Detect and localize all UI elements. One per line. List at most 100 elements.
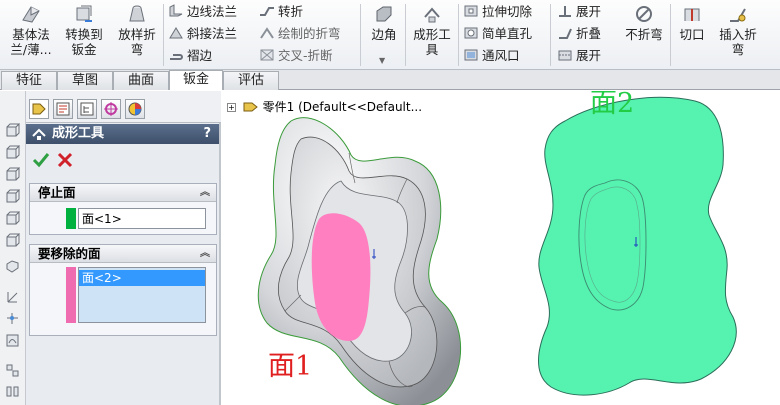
faces-to-remove-item[interactable]: 面<2> bbox=[79, 270, 205, 286]
feature-manager-icon bbox=[32, 103, 46, 115]
convert-to-sheetmetal-label: 转换到 钣金 bbox=[65, 27, 103, 57]
simple-hole-button[interactable]: 简单直孔 bbox=[463, 25, 532, 43]
shell-icon[interactable] bbox=[5, 259, 20, 274]
stop-face-group: 停止面 ︽ 面<1> bbox=[29, 183, 217, 235]
cancel-x-icon[interactable] bbox=[56, 151, 74, 169]
face-1-label: 面1 bbox=[268, 351, 312, 382]
command-manager-tabs: 特征 草图 曲面 钣金 评估 bbox=[0, 70, 780, 90]
reference-geometry-icon[interactable] bbox=[5, 311, 20, 326]
sketched-bend-button[interactable]: 绘制的折弯 bbox=[259, 25, 341, 43]
corner-dropdown-arrow[interactable]: ▼ bbox=[379, 56, 385, 65]
mirror-icon[interactable] bbox=[5, 384, 20, 399]
manager-tabs bbox=[26, 91, 221, 123]
no-bends-button[interactable]: 不折弯 bbox=[621, 3, 667, 42]
property-manager-title: 成形工具 bbox=[52, 126, 105, 141]
cross-break-button[interactable]: 交叉-折断 bbox=[259, 47, 333, 65]
cross-break-label: 交叉-折断 bbox=[278, 48, 333, 63]
vent-button[interactable]: 通风口 bbox=[463, 47, 520, 65]
tab-configuration-manager[interactable] bbox=[77, 99, 97, 119]
rip-button[interactable]: 切口 bbox=[674, 3, 710, 42]
hem-button[interactable]: 褶边 bbox=[168, 47, 212, 65]
unfold-button[interactable]: 展开 bbox=[557, 3, 601, 21]
flatten-button[interactable]: 展开 bbox=[557, 47, 601, 65]
lofted-bend-label: 放样折 弯 bbox=[118, 27, 156, 57]
stop-face-selection-box[interactable]: 面<1> bbox=[78, 208, 206, 229]
jog-icon bbox=[260, 7, 274, 16]
stop-face-item[interactable]: 面<1> bbox=[79, 211, 205, 227]
model-viewport: 面1 面2 bbox=[257, 91, 737, 405]
edge-flange-icon bbox=[169, 4, 183, 17]
forming-tool-icon bbox=[32, 128, 46, 140]
edge-flange-button[interactable]: 边线法兰 bbox=[168, 3, 237, 21]
extrude-icon[interactable] bbox=[5, 123, 20, 138]
stop-face-group-header[interactable]: 停止面 ︽ bbox=[30, 184, 216, 202]
tab-evaluate[interactable]: 评估 bbox=[223, 71, 279, 90]
miter-flange-label: 斜接法兰 bbox=[187, 26, 238, 41]
stop-face-color-swatch bbox=[66, 208, 76, 229]
no-bends-icon bbox=[636, 6, 652, 22]
tab-dimxpert-manager[interactable] bbox=[101, 99, 121, 119]
convert-to-sheetmetal-icon bbox=[76, 5, 92, 22]
corner-button[interactable]: 边角 bbox=[365, 3, 403, 42]
insert-bends-button[interactable]: 插入折 弯 bbox=[714, 3, 762, 57]
collapse-chevron-icon[interactable]: ︽ bbox=[200, 184, 210, 202]
hem-label: 褶边 bbox=[187, 48, 213, 63]
extruded-cut-label: 拉伸切除 bbox=[482, 4, 533, 19]
ribbon-separator bbox=[550, 4, 551, 66]
base-flange-icon bbox=[22, 6, 40, 23]
forming-tool-label: 成形工 具 bbox=[413, 27, 451, 57]
extruded-cut-button[interactable]: 拉伸切除 bbox=[463, 3, 532, 21]
curves-icon[interactable] bbox=[5, 333, 20, 348]
tab-sketch[interactable]: 草图 bbox=[57, 71, 113, 90]
ok-check-icon[interactable] bbox=[32, 151, 50, 169]
graphics-area[interactable]: + 零件1 (Default<<Default... 面1 面2 bbox=[223, 91, 780, 405]
fold-button[interactable]: 折叠 bbox=[557, 25, 601, 43]
vent-icon bbox=[464, 49, 478, 61]
faces-to-remove-group: 要移除的面 ︽ 面<2> bbox=[29, 244, 217, 336]
faces-to-remove-title: 要移除的面 bbox=[38, 246, 101, 261]
collapse-chevron-icon[interactable]: ︽ bbox=[200, 245, 210, 263]
forming-tool-button[interactable]: 成形工 具 bbox=[409, 3, 455, 57]
rib-icon[interactable] bbox=[5, 289, 20, 304]
jog-button[interactable]: 转折 bbox=[259, 3, 303, 21]
rip-icon bbox=[684, 8, 700, 21]
edge-flange-label: 边线法兰 bbox=[187, 4, 238, 19]
corner-label: 边角 bbox=[371, 27, 397, 42]
property-manager-panel: 成形工具 ? 停止面 ︽ 面<1> 要移除的面 ︽ 面<2> bbox=[26, 91, 221, 405]
faces-to-remove-group-header[interactable]: 要移除的面 ︽ bbox=[30, 245, 216, 263]
pattern-icon[interactable] bbox=[5, 363, 20, 378]
help-button[interactable]: ? bbox=[203, 124, 211, 144]
tab-sheet-metal[interactable]: 钣金 bbox=[169, 70, 223, 90]
face-2-green[interactable] bbox=[538, 96, 737, 396]
command-manager-ribbon: 基体法 兰/薄... 转换到 钣金 放样折 弯 边线法兰 斜接法兰 褶边 转折 … bbox=[0, 0, 780, 70]
sweep-icon[interactable] bbox=[5, 167, 20, 182]
fold-icon bbox=[559, 28, 572, 39]
cut-extrude-icon[interactable] bbox=[5, 211, 20, 226]
loft-icon[interactable] bbox=[5, 189, 20, 204]
tab-surfaces[interactable]: 曲面 bbox=[113, 71, 169, 90]
simple-hole-icon bbox=[464, 27, 478, 39]
tab-display-manager[interactable] bbox=[125, 99, 145, 119]
ribbon-separator bbox=[360, 4, 361, 66]
fold-label: 折叠 bbox=[576, 26, 602, 41]
feature-toolbar-strip bbox=[0, 91, 26, 405]
rip-label: 切口 bbox=[679, 27, 705, 42]
revolve-icon[interactable] bbox=[5, 145, 20, 160]
sketched-bend-label: 绘制的折弯 bbox=[278, 26, 341, 41]
base-flange-button[interactable]: 基体法 兰/薄... bbox=[6, 3, 56, 57]
display-manager-icon bbox=[128, 102, 142, 116]
miter-flange-button[interactable]: 斜接法兰 bbox=[168, 25, 237, 43]
convert-to-sheetmetal-button[interactable]: 转换到 钣金 bbox=[60, 3, 108, 57]
faces-to-remove-selection-box[interactable]: 面<2> bbox=[78, 267, 206, 323]
lofted-bend-button[interactable]: 放样折 弯 bbox=[113, 3, 161, 57]
configuration-manager-icon bbox=[80, 102, 94, 116]
extruded-cut-icon bbox=[464, 5, 478, 17]
flatten-label: 展开 bbox=[576, 48, 602, 63]
tab-property-manager[interactable] bbox=[53, 99, 73, 119]
tab-feature-manager[interactable] bbox=[29, 99, 49, 119]
corner-icon bbox=[376, 6, 392, 22]
ribbon-separator bbox=[458, 4, 459, 66]
cut-revolve-icon[interactable] bbox=[5, 233, 20, 248]
tab-features[interactable]: 特征 bbox=[1, 71, 57, 90]
dimxpert-icon bbox=[104, 102, 118, 116]
